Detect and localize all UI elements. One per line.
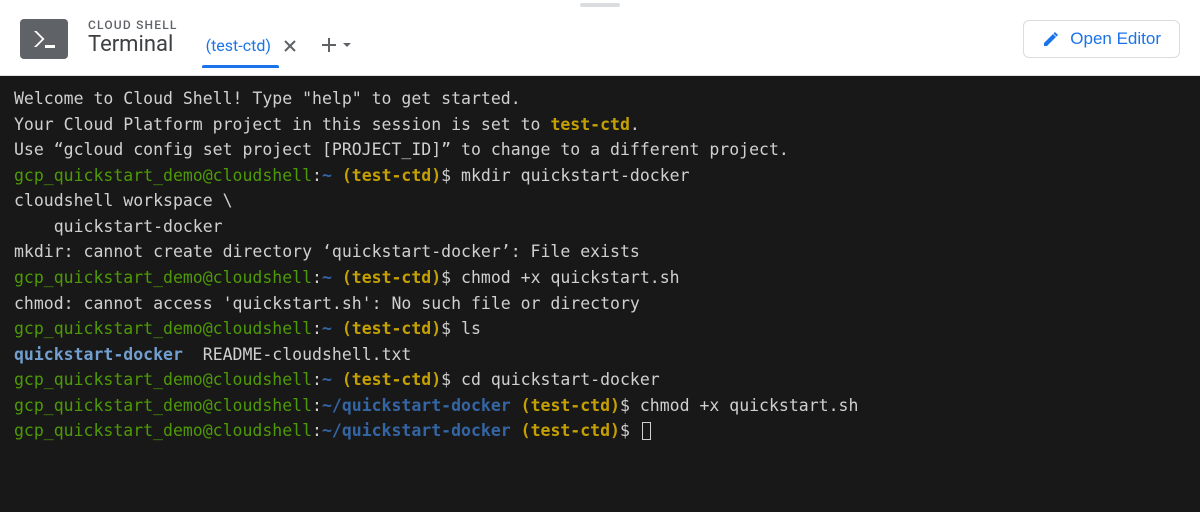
prompt-user: gcp_quickstart_demo@cloudshell <box>14 166 312 185</box>
prompt-path: ~ <box>322 319 332 338</box>
ls-dir: quickstart-docker <box>14 345 183 364</box>
output-line: cloudshell workspace \ <box>14 191 233 210</box>
drag-handle-bar <box>580 3 620 7</box>
prompt-user: gcp_quickstart_demo@cloudshell <box>14 268 312 287</box>
prompt-project: (test-ctd) <box>521 396 620 415</box>
title-block: CLOUD SHELL Terminal <box>88 18 178 58</box>
prompt-project: (test-ctd) <box>342 370 441 389</box>
header-label: CLOUD SHELL <box>88 18 178 32</box>
prompt-path: ~ <box>322 166 332 185</box>
open-editor-button[interactable]: Open Editor <box>1023 20 1180 58</box>
output-line: quickstart-docker <box>14 217 223 236</box>
prompt-project: (test-ctd) <box>342 166 441 185</box>
cmd-chmod: chmod +x quickstart.sh <box>630 396 858 415</box>
prompt-path: ~ <box>322 370 332 389</box>
motd-line: Your Cloud Platform project in this sess… <box>14 115 550 134</box>
add-tab-button[interactable] <box>319 35 353 67</box>
cloud-shell-icon <box>20 19 68 59</box>
prompt-path: ~/quickstart-docker <box>322 396 511 415</box>
terminal-output[interactable]: Welcome to Cloud Shell! Type "help" to g… <box>0 76 1200 512</box>
output-line: chmod: cannot access 'quickstart.sh': No… <box>14 294 640 313</box>
tab-test-ctd[interactable]: (test-ctd) <box>198 28 307 67</box>
motd-line: Welcome to Cloud Shell! Type "help" to g… <box>14 89 521 108</box>
cmd-chmod: chmod +x quickstart.sh <box>451 268 679 287</box>
prompt-path: ~/quickstart-docker <box>322 421 511 440</box>
prompt-project: (test-ctd) <box>342 268 441 287</box>
chevron-down-icon <box>341 39 353 51</box>
header-bar: CLOUD SHELL Terminal (test-ctd) Open Edi… <box>0 10 1200 76</box>
cursor <box>642 422 651 440</box>
pencil-icon <box>1042 30 1060 48</box>
ls-file: README-cloudshell.txt <box>183 345 411 364</box>
prompt-user: gcp_quickstart_demo@cloudshell <box>14 396 312 415</box>
header-title: Terminal <box>88 32 178 58</box>
prompt-project: (test-ctd) <box>342 319 441 338</box>
drag-handle[interactable] <box>0 0 1200 10</box>
motd-line: Use “gcloud config set project [PROJECT_… <box>14 140 789 159</box>
prompt-project: (test-ctd) <box>521 421 620 440</box>
project-name: test-ctd <box>550 115 629 134</box>
tab-list: (test-ctd) <box>198 10 353 67</box>
tab-label: (test-ctd) <box>206 36 271 55</box>
cmd-mkdir: mkdir quickstart-docker <box>451 166 689 185</box>
prompt-user: gcp_quickstart_demo@cloudshell <box>14 370 312 389</box>
close-icon[interactable] <box>281 37 299 55</box>
output-line: mkdir: cannot create directory ‘quicksta… <box>14 242 640 261</box>
prompt-user: gcp_quickstart_demo@cloudshell <box>14 421 312 440</box>
prompt-user: gcp_quickstart_demo@cloudshell <box>14 319 312 338</box>
open-editor-label: Open Editor <box>1070 29 1161 49</box>
cmd-cd: cd quickstart-docker <box>451 370 660 389</box>
cmd-ls: ls <box>451 319 481 338</box>
prompt-path: ~ <box>322 268 332 287</box>
